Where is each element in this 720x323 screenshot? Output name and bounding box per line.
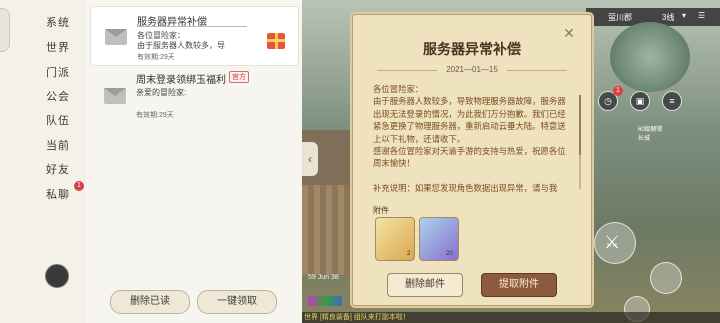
mail-list: 服务器异常补偿 各位冒险家： 由于服务器人数较多，导 有效期:29天 周末登录领… (86, 0, 302, 323)
category-guild[interactable]: 公会 (46, 88, 70, 104)
gift-icon (267, 33, 285, 49)
category-team[interactable]: 队伍 (46, 112, 70, 128)
timestamp-label: 59 Jun 38 (308, 274, 339, 281)
dialog-title: 服务器异常补偿 (423, 43, 521, 58)
camera-icon[interactable]: ▣ (630, 91, 650, 111)
envelope-icon (105, 29, 127, 45)
collapse-panel-button[interactable]: ‹ (302, 142, 318, 176)
private-unread-badge: 1 (74, 181, 84, 191)
category-world[interactable]: 世界 (46, 39, 70, 55)
mail-date: 2021—01—15 (446, 65, 498, 74)
sword-icon: ⚔ (604, 232, 621, 252)
envelope-icon (104, 88, 126, 104)
chat-category-sidebar: 系统 世界 门派 公会 队伍 当前 好友 私聊 1 (0, 0, 87, 323)
title-underline (137, 26, 247, 27)
list-icon[interactable]: ≡ (662, 91, 682, 111)
category-private[interactable]: 私聊 (46, 186, 70, 202)
mail-greeting: 亲爱的冒险家: (136, 88, 187, 97)
delete-read-button[interactable]: 删除已读 (110, 290, 190, 314)
chat-ticker[interactable]: 世界 [精良装备] 组队来打副本啦！ (302, 312, 720, 323)
mail-icon[interactable] (45, 264, 69, 288)
claim-attachment-button[interactable]: 提取附件 (481, 273, 557, 297)
skill-button[interactable] (650, 262, 682, 294)
attachments-label: 附件 (373, 206, 389, 215)
mail-body: 各位冒险家： 由于服务器人数较多，导致物理服务器故障，服务器出现无法登录的情况，… (373, 84, 566, 194)
mail-expiry: 有效期:29天 (136, 112, 174, 119)
scrollbar-thumb[interactable] (579, 95, 581, 155)
mail-expiry: 有效期:29天 (137, 54, 175, 61)
sidebar-handle[interactable] (0, 8, 10, 52)
mail-preview: 由于服务器人数较多，导 (137, 41, 225, 50)
category-system[interactable]: 系统 (46, 14, 70, 30)
attachment-qty: 2 (407, 251, 411, 257)
quest-unlock-label: 60级解锁 长城 (638, 127, 663, 142)
category-friends[interactable]: 好友 (46, 161, 70, 177)
attachment-qty: 20 (446, 251, 453, 257)
ticket-item-icon[interactable] (419, 217, 459, 261)
claim-all-button[interactable]: 一键领取 (197, 290, 277, 314)
category-sect[interactable]: 门派 (46, 64, 70, 80)
buff-icons (308, 296, 342, 306)
menu-icon[interactable]: ☰ (698, 11, 705, 20)
delete-mail-button[interactable]: 删除邮件 (387, 273, 463, 297)
chevron-down-icon: ▾ (682, 11, 687, 20)
channel-select[interactable]: 3线 (662, 12, 674, 23)
minimap[interactable] (610, 22, 690, 92)
category-nearby[interactable]: 当前 (46, 137, 70, 153)
mail-item-weekend[interactable]: 周末登录领绑玉福利 官方 亲爱的冒险家: 有效期:29天 (90, 66, 297, 122)
mail-title: 周末登录领绑玉福利 (136, 75, 226, 86)
official-tag: 官方 (229, 71, 249, 83)
mail-detail-dialog: ✕ 服务器异常补偿 2021—01—15 各位冒险家： 由于服务器人数较多，导致… (352, 14, 592, 306)
hud-notice-badge: 1 (613, 86, 623, 96)
mail-item-compensation[interactable]: 服务器异常补偿 各位冒险家： 由于服务器人数较多，导 有效期:29天 (90, 6, 299, 66)
location-name: 萤川郡 (608, 13, 632, 22)
